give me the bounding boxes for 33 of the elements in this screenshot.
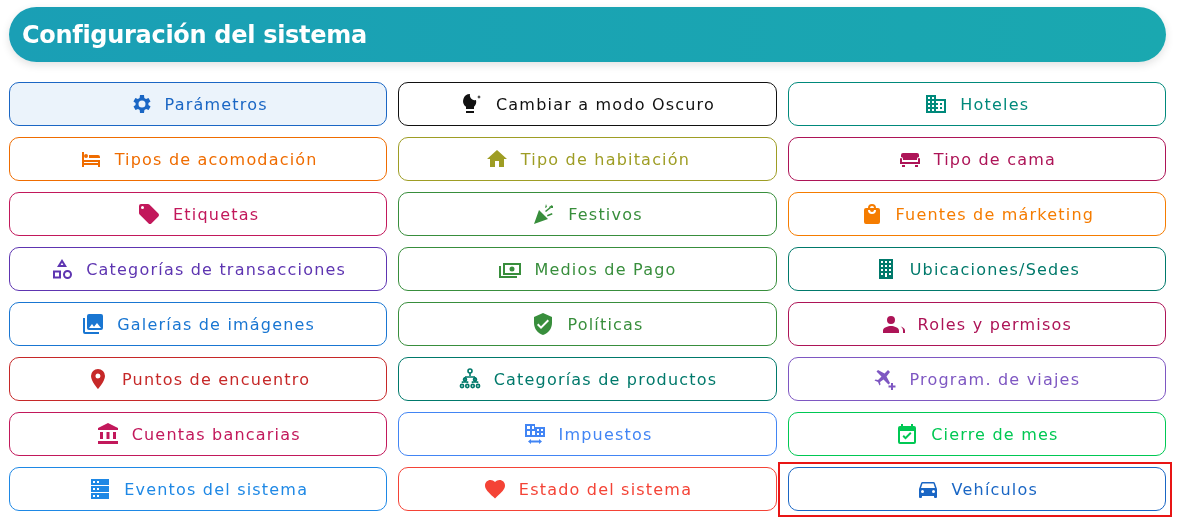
menu-button[interactable]: Eventos del sistema [9, 467, 388, 511]
menu-button[interactable]: Políticas [398, 302, 777, 346]
menu-button[interactable]: Categorías de transacciones [9, 247, 388, 291]
menu-button[interactable]: Tipo de cama [787, 137, 1166, 181]
hierarchy-icon [457, 367, 482, 391]
table-arrows-icon [522, 422, 547, 446]
menu-button[interactable]: Puntos de encuentro [9, 357, 388, 401]
menu-button[interactable]: Cambiar a modo Oscuro [398, 82, 777, 126]
menu-button[interactable]: Parámetros [9, 82, 388, 126]
menu-button[interactable]: Ubicaciones/Sedes [787, 247, 1166, 291]
menu-button[interactable]: Tipos de acomodación [9, 137, 388, 181]
menu-button[interactable]: Fuentes de márketing [787, 192, 1166, 236]
menu-button[interactable]: Categorías de productos [398, 357, 777, 401]
heart-icon [482, 477, 507, 501]
menu-button[interactable]: Cuentas bancarias [9, 412, 388, 456]
menu-button[interactable]: Program. de viajes [787, 357, 1166, 401]
menu-button[interactable]: Festivos [398, 192, 777, 236]
airplane-plus-icon [873, 367, 898, 391]
menu-button[interactable]: Tipo de habitación [398, 137, 777, 181]
bank-icon [95, 422, 120, 446]
menu-button[interactable]: Hoteles [787, 82, 1166, 126]
menu-button[interactable]: Etiquetas [9, 192, 388, 236]
page-title: Configuración del sistema [22, 20, 367, 49]
menu-button[interactable]: Roles y permisos [787, 302, 1166, 346]
building-icon [924, 92, 949, 116]
photo-library-icon [81, 312, 106, 336]
menu-button[interactable]: Galerías de imágenes [9, 302, 388, 346]
menu-button[interactable]: Medios de Pago [398, 247, 777, 291]
menu-button[interactable]: Estado del sistema [398, 467, 777, 511]
menu-button[interactable]: Vehículos [787, 467, 1166, 511]
menu-button[interactable]: Impuestos [398, 412, 777, 456]
shapes-icon [50, 257, 75, 281]
tag-icon [137, 202, 162, 226]
